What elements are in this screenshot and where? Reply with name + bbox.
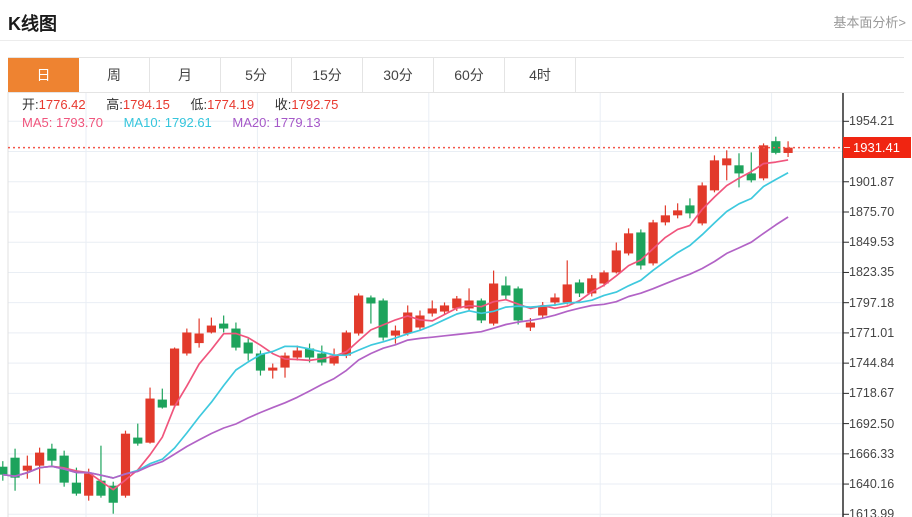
candle-body bbox=[440, 305, 449, 311]
candle-body bbox=[563, 284, 572, 302]
last-price-tag: 1931.41 bbox=[843, 137, 911, 158]
candle-body bbox=[195, 334, 204, 344]
candle-body bbox=[734, 165, 743, 173]
candle-body bbox=[550, 297, 559, 302]
tab-5分[interactable]: 5分 bbox=[221, 58, 292, 92]
candle-body bbox=[145, 399, 154, 443]
candle-body bbox=[783, 148, 792, 153]
candle-body bbox=[47, 449, 56, 461]
y-axis-label: 1613.99 bbox=[849, 506, 911, 517]
ma20-label: MA20: bbox=[232, 115, 270, 130]
candle-body bbox=[685, 205, 694, 213]
candle-body bbox=[526, 323, 535, 328]
candle-body bbox=[268, 368, 277, 371]
open-label: 开: bbox=[22, 97, 39, 112]
ma-row: MA5: 1793.70 MA10: 1792.61 MA20: 1779.13 bbox=[22, 114, 355, 132]
candle-body bbox=[624, 233, 633, 253]
candle-body bbox=[133, 438, 142, 444]
candle-body bbox=[0, 467, 7, 475]
ma10-label: MA10: bbox=[124, 115, 162, 130]
candle-body bbox=[464, 300, 473, 308]
tab-月[interactable]: 月 bbox=[150, 58, 221, 92]
ma5-value: 1793.70 bbox=[56, 115, 103, 130]
y-axis-label: 1744.84 bbox=[849, 355, 911, 371]
kline-widget: K线图 基本面分析> 日周月5分15分30分60分4时 开:1776.42 高:… bbox=[0, 0, 912, 517]
open-value: 1776.42 bbox=[39, 97, 86, 112]
candle-body bbox=[575, 282, 584, 293]
candle-body bbox=[747, 173, 756, 180]
candle-body bbox=[23, 466, 32, 471]
candle-body bbox=[477, 300, 486, 320]
candles-layer bbox=[0, 137, 793, 514]
tab-周[interactable]: 周 bbox=[79, 58, 150, 92]
candle-body bbox=[661, 215, 670, 222]
high-value: 1794.15 bbox=[123, 97, 170, 112]
quote-info-overlay: 开:1776.42 高:1794.15 低:1774.19 收:1792.75 … bbox=[22, 96, 355, 132]
tab-15分[interactable]: 15分 bbox=[292, 58, 363, 92]
y-axis-label: 1771.01 bbox=[849, 325, 911, 341]
candle-body bbox=[649, 222, 658, 263]
candle-body bbox=[354, 296, 363, 334]
y-axis-label: 1849.53 bbox=[849, 234, 911, 250]
page-title: K线图 bbox=[8, 10, 57, 36]
candle-body bbox=[121, 434, 130, 496]
y-axis-label: 1666.33 bbox=[849, 446, 911, 462]
candle-body bbox=[710, 160, 719, 190]
candle-body bbox=[673, 210, 682, 215]
close-label: 收: bbox=[275, 97, 292, 112]
candle-body bbox=[759, 145, 768, 178]
ma20-line bbox=[3, 217, 788, 478]
high-label: 高: bbox=[106, 97, 123, 112]
low-label: 低: bbox=[191, 97, 208, 112]
candle-body bbox=[231, 329, 240, 348]
low-value: 1774.19 bbox=[207, 97, 254, 112]
y-axis-label: 1692.50 bbox=[849, 416, 911, 432]
candle-body bbox=[501, 285, 510, 295]
ma-lines-layer bbox=[3, 160, 788, 490]
tab-30分[interactable]: 30分 bbox=[363, 58, 434, 92]
candle-body bbox=[170, 349, 179, 406]
fundamental-analysis-link[interactable]: 基本面分析> bbox=[833, 12, 906, 31]
candle-body bbox=[293, 350, 302, 357]
y-axis-label: 1823.35 bbox=[849, 264, 911, 280]
price-tag-tick bbox=[844, 147, 850, 148]
y-axis-label: 1640.16 bbox=[849, 476, 911, 492]
candle-body bbox=[219, 324, 228, 329]
candle-body bbox=[698, 185, 707, 223]
candle-body bbox=[415, 315, 424, 327]
tab-60分[interactable]: 60分 bbox=[434, 58, 505, 92]
candle-body bbox=[612, 250, 621, 272]
ma10-value: 1792.61 bbox=[165, 115, 212, 130]
ma20-value: 1779.13 bbox=[274, 115, 321, 130]
candle-body bbox=[391, 331, 400, 336]
tab-4时[interactable]: 4时 bbox=[505, 58, 576, 92]
last-price-value: 1931.41 bbox=[853, 140, 900, 155]
candle-body bbox=[207, 326, 216, 333]
ohlc-row: 开:1776.42 高:1794.15 低:1774.19 收:1792.75 bbox=[22, 96, 355, 114]
ma5-line bbox=[3, 160, 788, 490]
candle-body bbox=[366, 297, 375, 303]
ma10-line bbox=[3, 173, 788, 478]
candle-body bbox=[158, 400, 167, 408]
tab-日[interactable]: 日 bbox=[8, 58, 79, 92]
candle-body bbox=[379, 300, 388, 337]
ma5-label: MA5: bbox=[22, 115, 52, 130]
candle-body bbox=[35, 453, 44, 466]
header: K线图 基本面分析> bbox=[0, 0, 912, 41]
candle-body bbox=[244, 343, 253, 354]
candle-body bbox=[84, 474, 93, 496]
grid-layer bbox=[8, 92, 843, 517]
candle-body bbox=[428, 308, 437, 313]
candle-body bbox=[72, 483, 81, 494]
y-axis-label: 1797.18 bbox=[849, 295, 911, 311]
header-divider bbox=[0, 40, 912, 41]
candle-body bbox=[722, 158, 731, 165]
close-value: 1792.75 bbox=[291, 97, 338, 112]
y-axis-label: 1875.70 bbox=[849, 204, 911, 220]
y-axis-label: 1954.21 bbox=[849, 113, 911, 129]
interval-tab-strip: 日周月5分15分30分60分4时 bbox=[8, 57, 904, 93]
y-axis-label: 1718.67 bbox=[849, 385, 911, 401]
y-axis-label: 1901.87 bbox=[849, 174, 911, 190]
candle-body bbox=[182, 332, 191, 353]
